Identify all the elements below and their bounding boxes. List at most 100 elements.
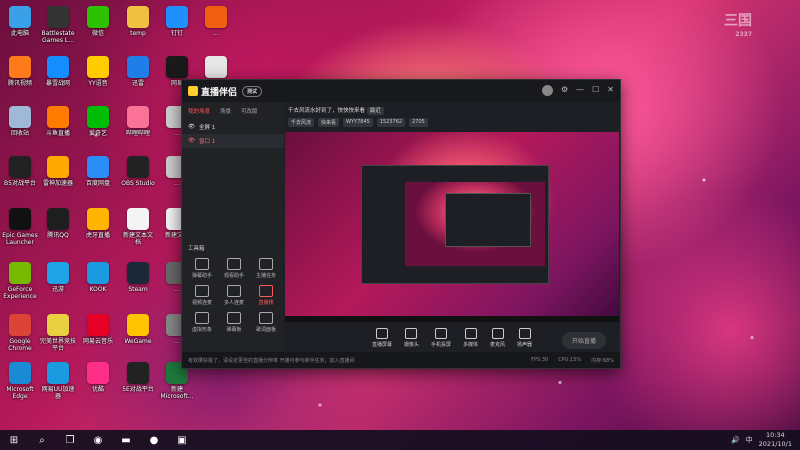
eye-icon[interactable]: 👁 <box>188 138 195 144</box>
desktop-icon-label: WeGame <box>124 338 152 345</box>
desktop-icon[interactable]: OBS Studio <box>118 156 158 187</box>
tool-icon <box>195 312 209 324</box>
battlestate-icon <box>47 6 69 28</box>
desktop-icon[interactable]: 哔哩哔哩 <box>118 106 158 137</box>
tool-item[interactable]: 多人连麦 <box>218 285 250 306</box>
source-control[interactable]: 直播屏幕 <box>372 328 392 348</box>
task-view-icon[interactable]: ❐ <box>56 430 84 450</box>
youku-icon <box>87 362 109 384</box>
desktop-icon[interactable]: 网易UU加速 器 <box>38 362 78 400</box>
windows-start-icon[interactable]: ⊞ <box>0 430 28 450</box>
stream-chip[interactable]: 2705 <box>409 118 428 127</box>
tool-item[interactable]: 弹幕板 <box>218 312 250 333</box>
desktop-icon-label: 哔哩哔哩 <box>125 130 150 137</box>
status-metric: FPS:30 <box>531 356 549 363</box>
stream-app-window[interactable]: 直播伴侣 测试 ⚙ — ☐ ✕ 我的场景 场景 可改版 👁 全屏 1 👁 窗口 1 工具箱… <box>181 79 621 369</box>
tool-item[interactable]: 视频连麦 <box>186 285 218 306</box>
desktop-icon[interactable]: Battlestate Games L... <box>38 6 78 44</box>
desktop-icon[interactable]: 完美世界竞技 平台 <box>38 314 78 352</box>
desktop-icon[interactable]: 斗鱼直播 <box>38 106 78 137</box>
desktop-icon[interactable]: 雷神加速器 <box>38 156 78 187</box>
avatar[interactable] <box>541 85 553 96</box>
source-control-label: 摄像头 <box>403 342 419 348</box>
desktop-icon[interactable]: 迅游 <box>38 262 78 293</box>
source-control[interactable]: 手机投屏 <box>431 328 451 348</box>
close-icon[interactable]: ✕ <box>607 85 614 96</box>
file-explorer-icon[interactable]: ▬ <box>112 430 140 450</box>
desktop-icon[interactable]: B5对战平台 <box>0 156 40 187</box>
desktop-icon[interactable]: 新建文本文 档 <box>118 208 158 246</box>
source-control[interactable]: 摄像头 <box>404 328 419 348</box>
desktop-icon[interactable]: Epic Games Launcher <box>0 208 40 246</box>
source-control[interactable]: 麦克风 <box>490 328 505 348</box>
source-control-icon <box>405 328 418 339</box>
edge-icon[interactable]: ◉ <box>84 430 112 450</box>
desktop-icon[interactable]: Steam <box>118 262 158 293</box>
scene-item[interactable]: 👁 窗口 1 <box>182 134 284 148</box>
desktop-icon[interactable]: GeForce Experience <box>0 262 40 300</box>
obs-icon[interactable]: ● <box>140 430 168 450</box>
desktop-icon[interactable]: KOOK <box>78 262 118 293</box>
scene-tab[interactable]: 可改版 <box>241 107 258 115</box>
tool-item[interactable]: 虚拟形象 <box>186 312 218 333</box>
status-bar: 有效果好极了，请设定更佳的直播分辨率 开播可参与新手任务，加入直播间 FPS:3… <box>182 352 620 368</box>
desktop-icon[interactable]: WeGame <box>118 314 158 345</box>
tool-item[interactable]: 弹幕助手 <box>186 258 218 279</box>
desktop-icon[interactable]: Google Chrome <box>0 314 40 352</box>
app-name: 直播伴侣 <box>201 87 238 98</box>
desktop-icon[interactable]: YY语音 <box>78 56 118 87</box>
stream-chip[interactable]: 快来看 <box>318 118 340 127</box>
desktop-icon[interactable]: 虎牙直播 <box>78 208 118 239</box>
desktop-icon-label: 此电脑 <box>10 30 29 37</box>
stream-title[interactable]: 千去风流水好到了，快快快来看 <box>288 108 365 114</box>
desktop-icon[interactable]: 迅雷 <box>118 56 158 87</box>
tool-icon <box>259 285 273 297</box>
desktop-icon[interactable]: 腾讯视频 <box>0 56 40 87</box>
ime-indicator[interactable]: 中 <box>746 435 753 445</box>
desktop-icon-label: 5E对战平台 <box>122 386 154 393</box>
stream-chip[interactable]: 1523762 <box>376 118 406 127</box>
eye-icon[interactable]: 👁 <box>188 124 195 130</box>
desktop-icon[interactable]: 爱奇艺 <box>78 106 118 137</box>
tool-item[interactable]: 观看助手 <box>218 258 250 279</box>
stream-chips: 千去风流 快来看 WYY7845 1523762 2705 <box>288 118 428 127</box>
tool-item[interactable]: 主播任务 <box>250 258 282 279</box>
desktop-icon-label: 优酷 <box>91 386 104 393</box>
baidu-netdisk-icon <box>87 156 109 178</box>
desktop-icon[interactable]: Microsoft Edge <box>0 362 40 400</box>
stream-chip[interactable]: WYY7845 <box>343 118 373 127</box>
desktop-icon[interactable]: 此电脑 <box>0 6 40 37</box>
search-icon[interactable]: ⌕ <box>28 430 56 450</box>
desktop-icon[interactable]: 网易云音乐 <box>78 314 118 345</box>
settings-icon[interactable]: ⚙ <box>561 85 568 96</box>
source-control[interactable]: 扬声器 <box>517 328 532 348</box>
desktop-icon[interactable]: 优酷 <box>78 362 118 393</box>
chrome-icon <box>9 314 31 336</box>
desktop-icon[interactable]: 微信 <box>78 6 118 37</box>
preview-canvas[interactable] <box>285 132 619 322</box>
tool-item[interactable]: 直播榜 <box>250 285 282 306</box>
desktop-icon[interactable]: 钉钉 <box>157 6 197 37</box>
maximize-icon[interactable]: ☐ <box>592 85 599 96</box>
stream-chip[interactable]: 千去风流 <box>288 118 315 127</box>
desktop-icon[interactable]: 腾讯QQ <box>38 208 78 239</box>
speaker-icon[interactable]: 🔊 <box>731 436 740 444</box>
stream-tag[interactable]: 最近 <box>366 107 384 115</box>
desktop-icon[interactable]: 回收站 <box>0 106 40 137</box>
minimize-icon[interactable]: — <box>576 85 584 96</box>
start-stream-button[interactable]: 开始直播 <box>561 332 606 349</box>
stream-app-icon[interactable]: ▣ <box>168 430 196 450</box>
desktop-icon[interactable]: ... <box>196 6 236 37</box>
source-control[interactable]: 多媒体 <box>463 328 478 348</box>
desktop-icon[interactable]: 百度网盘 <box>78 156 118 187</box>
scene-tab[interactable]: 我的场景 <box>188 107 210 115</box>
clock[interactable]: 10:34 2021/10/1 <box>759 431 792 449</box>
tool-item[interactable]: 歌词面板 <box>250 312 282 333</box>
tool-icon <box>259 312 273 324</box>
desktop-icon[interactable]: 暴雪战网 <box>38 56 78 87</box>
scene-tab[interactable]: 场景 <box>220 107 231 115</box>
desktop-icon[interactable]: 5E对战平台 <box>118 362 158 393</box>
desktop-icon[interactable]: temp <box>118 6 158 37</box>
titlebar[interactable]: 直播伴侣 测试 ⚙ — ☐ ✕ <box>182 80 620 102</box>
scene-item[interactable]: 👁 全屏 1 <box>182 120 284 134</box>
